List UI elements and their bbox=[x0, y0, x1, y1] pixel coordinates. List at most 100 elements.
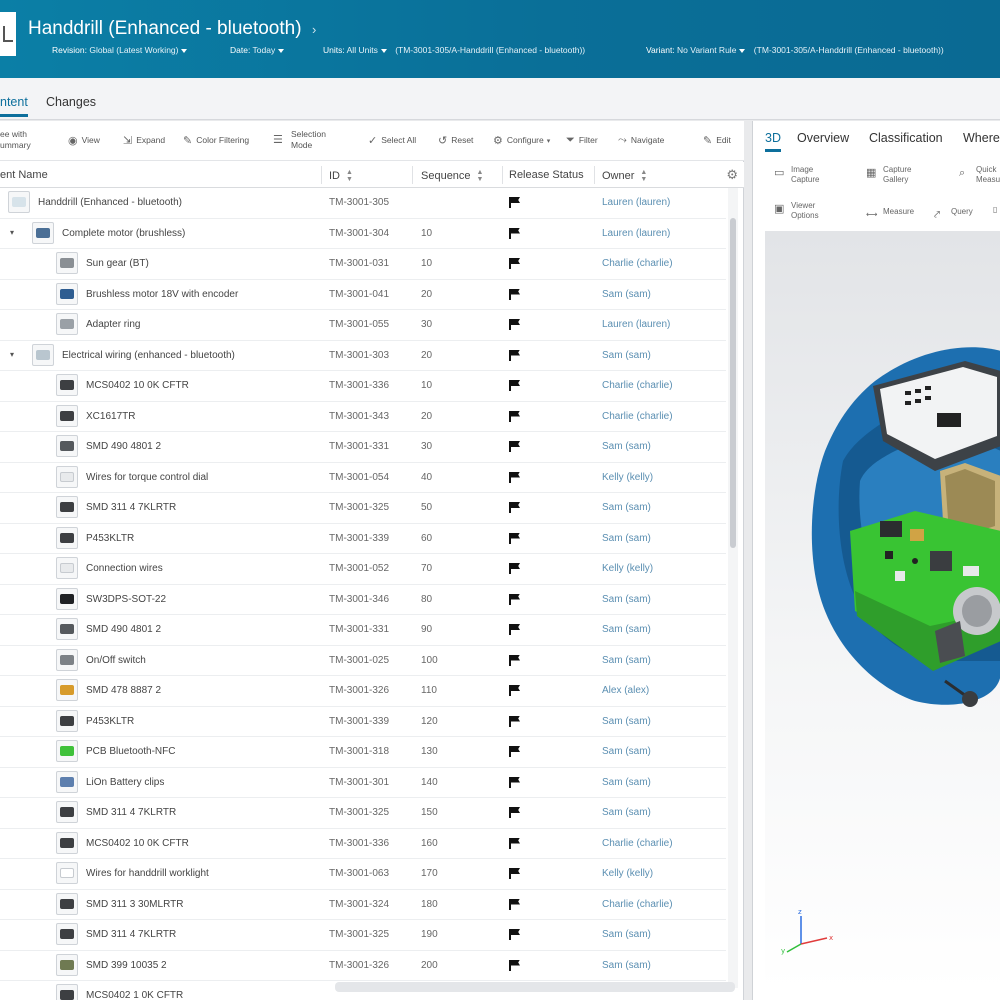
app-logo-icon[interactable] bbox=[0, 12, 16, 56]
owner-link[interactable]: Charlie (charlie) bbox=[602, 899, 673, 910]
units-selector[interactable]: Units: All Units (TM-3001-305/A-Handdril… bbox=[323, 45, 585, 55]
vertical-scrollbar[interactable] bbox=[728, 188, 738, 988]
chevron-down-icon[interactable]: ▾ bbox=[10, 228, 14, 237]
part-name[interactable]: Adapter ring bbox=[86, 319, 140, 330]
part-name[interactable]: SMD 399 10035 2 bbox=[86, 960, 167, 971]
table-row[interactable]: P453KLTR TM-3001-339 120 Sam (sam) bbox=[0, 707, 726, 737]
table-row[interactable]: P453KLTR TM-3001-339 60 Sam (sam) bbox=[0, 524, 726, 554]
chevron-right-icon[interactable]: › bbox=[312, 22, 316, 37]
quick-measure-button[interactable]: ⌕ Quick Measu bbox=[959, 165, 1000, 185]
owner-link[interactable]: Sam (sam) bbox=[602, 502, 651, 513]
configure-button[interactable]: ⚙ Configure ▾ bbox=[493, 134, 554, 147]
owner-link[interactable]: Sam (sam) bbox=[602, 350, 651, 361]
part-name[interactable]: PCB Bluetooth-NFC bbox=[86, 746, 175, 757]
owner-link[interactable]: Sam (sam) bbox=[602, 929, 651, 940]
tree-summary-button[interactable]: ee with ummary bbox=[0, 129, 31, 151]
tab-where-used[interactable]: Where bbox=[963, 131, 1000, 145]
selection-mode-button[interactable]: ☰ Selection Mode bbox=[273, 129, 326, 151]
owner-link[interactable]: Sam (sam) bbox=[602, 807, 651, 818]
column-header-sequence[interactable]: Sequence ▲ ▼ bbox=[421, 169, 483, 183]
table-row[interactable]: Brushless motor 18V with encoder TM-3001-… bbox=[0, 280, 726, 310]
scrollbar-thumb[interactable] bbox=[730, 218, 736, 548]
table-row[interactable]: Connection wires TM-3001-052 70 Kelly (kell… bbox=[0, 554, 726, 585]
table-row[interactable]: ▾ Complete motor (brushless) TM-3001-304 10… bbox=[0, 219, 726, 249]
date-selector[interactable]: Date: Today bbox=[230, 45, 285, 55]
select-all-button[interactable]: ✓ Select All bbox=[368, 134, 416, 147]
column-divider[interactable] bbox=[321, 166, 322, 184]
column-divider[interactable] bbox=[412, 166, 413, 184]
capture-gallery-button[interactable]: ▦ Capture Gallery bbox=[866, 165, 911, 185]
variant-selector[interactable]: Variant: No Variant Rule (TM-3001-305/A-… bbox=[646, 45, 944, 55]
tab-classification[interactable]: Classification bbox=[869, 131, 943, 145]
part-name[interactable]: SMD 311 4 7KLRTR bbox=[86, 929, 176, 940]
color-filtering-button[interactable]: ✎ Color Filtering bbox=[183, 134, 249, 147]
owner-link[interactable]: Charlie (charlie) bbox=[602, 411, 673, 422]
part-name[interactable]: SMD 490 4801 2 bbox=[86, 624, 161, 635]
tab-content[interactable]: ntent bbox=[0, 95, 28, 117]
owner-link[interactable]: Sam (sam) bbox=[602, 441, 651, 452]
part-name[interactable]: XC1617TR bbox=[86, 411, 135, 422]
part-name[interactable]: Handdrill (Enhanced - bluetooth) bbox=[38, 197, 182, 208]
table-row[interactable]: SMD 490 4801 2 TM-3001-331 30 Sam (sam) bbox=[0, 432, 726, 463]
table-row[interactable]: On/Off switch TM-3001-025 100 Sam (sam) bbox=[0, 646, 726, 676]
owner-link[interactable]: Kelly (kelly) bbox=[602, 472, 653, 483]
expand-button[interactable]: ⇲ Expand bbox=[123, 134, 165, 147]
tab-changes[interactable]: Changes bbox=[46, 95, 96, 109]
owner-link[interactable]: Lauren (lauren) bbox=[602, 197, 670, 208]
owner-link[interactable]: Sam (sam) bbox=[602, 777, 651, 788]
part-name[interactable]: Brushless motor 18V with encoder bbox=[86, 289, 238, 300]
part-name[interactable]: Complete motor (brushless) bbox=[62, 228, 185, 239]
image-capture-button[interactable]: ▭ Image Capture bbox=[774, 165, 819, 185]
part-name[interactable]: P453KLTR bbox=[86, 716, 134, 727]
table-row[interactable]: SMD 490 4801 2 TM-3001-331 90 Sam (sam) bbox=[0, 615, 726, 646]
reset-button[interactable]: ↺ Reset bbox=[438, 134, 473, 147]
table-row[interactable]: Wires for torque control dial TM-3001-054… bbox=[0, 463, 726, 493]
part-name[interactable]: Connection wires bbox=[86, 563, 163, 574]
viewer-options-button[interactable]: ▣ Viewer Options bbox=[774, 201, 819, 221]
table-row[interactable]: ▾ Electrical wiring (enhanced - bluetooth… bbox=[0, 341, 726, 371]
table-row[interactable]: SMD 311 3 30MLRTR TM-3001-324 180 Charlie (… bbox=[0, 890, 726, 920]
part-name[interactable]: SMD 311 3 30MLRTR bbox=[86, 899, 183, 910]
part-name[interactable]: LiOn Battery clips bbox=[86, 777, 164, 788]
owner-link[interactable]: Charlie (charlie) bbox=[602, 380, 673, 391]
gear-icon[interactable]: ⚙ bbox=[726, 167, 738, 183]
table-row[interactable]: SMD 478 8887 2 TM-3001-326 110 Alex (alex) bbox=[0, 676, 726, 707]
column-header-owner[interactable]: Owner ▲ ▼ bbox=[602, 169, 647, 183]
owner-link[interactable]: Sam (sam) bbox=[602, 960, 651, 971]
part-name[interactable]: Wires for handdrill worklight bbox=[86, 868, 209, 879]
chevron-down-icon[interactable]: ▾ bbox=[10, 350, 14, 359]
table-row[interactable]: PCB Bluetooth-NFC TM-3001-318 130 Sam (sam) bbox=[0, 737, 726, 768]
handdrill-3d-model[interactable] bbox=[765, 231, 1000, 991]
column-divider[interactable] bbox=[594, 166, 595, 184]
table-row[interactable]: SMD 311 4 7KLRTR TM-3001-325 150 Sam (sam) bbox=[0, 798, 726, 829]
tab-3d[interactable]: 3D bbox=[765, 131, 781, 152]
table-row[interactable]: MCS0402 10 0K CFTR TM-3001-336 160 Charlie … bbox=[0, 829, 726, 859]
part-name[interactable]: MCS0402 10 0K CFTR bbox=[86, 838, 189, 849]
owner-link[interactable]: Lauren (lauren) bbox=[602, 319, 670, 330]
column-header-name[interactable]: ent Name bbox=[0, 169, 48, 181]
column-header-release-status[interactable]: Release Status bbox=[509, 169, 584, 181]
table-row[interactable]: SW3DPS-SOT-22 TM-3001-346 80 Sam (sam) bbox=[0, 585, 726, 615]
3d-viewer[interactable] bbox=[765, 231, 1000, 991]
horizontal-scrollbar[interactable] bbox=[335, 982, 735, 992]
part-name[interactable]: P453KLTR bbox=[86, 533, 134, 544]
owner-link[interactable]: Sam (sam) bbox=[602, 533, 651, 544]
part-name[interactable]: SMD 490 4801 2 bbox=[86, 441, 161, 452]
owner-link[interactable]: Charlie (charlie) bbox=[602, 838, 673, 849]
owner-link[interactable]: Alex (alex) bbox=[602, 685, 649, 696]
owner-link[interactable]: Sam (sam) bbox=[602, 716, 651, 727]
table-row[interactable]: SMD 311 4 7KLRTR TM-3001-325 190 Sam (sam) bbox=[0, 920, 726, 951]
part-name[interactable]: MCS0402 10 0K CFTR bbox=[86, 380, 189, 391]
part-name[interactable]: On/Off switch bbox=[86, 655, 146, 666]
tab-overview[interactable]: Overview bbox=[797, 131, 849, 145]
table-row[interactable]: SMD 399 10035 2 TM-3001-326 200 Sam (sam) bbox=[0, 951, 726, 981]
owner-link[interactable]: Sam (sam) bbox=[602, 746, 651, 757]
owner-link[interactable]: Sam (sam) bbox=[602, 594, 651, 605]
more-tools-icon[interactable]: ▯ bbox=[993, 205, 997, 215]
owner-link[interactable]: Kelly (kelly) bbox=[602, 563, 653, 574]
owner-link[interactable]: Kelly (kelly) bbox=[602, 868, 653, 879]
part-name[interactable]: SMD 311 4 7KLRTR bbox=[86, 502, 176, 513]
part-name[interactable]: Electrical wiring (enhanced - bluetooth) bbox=[62, 350, 235, 361]
view-button[interactable]: ◉ View bbox=[68, 134, 100, 147]
filter-button[interactable]: ⏷ Filter bbox=[566, 134, 598, 147]
